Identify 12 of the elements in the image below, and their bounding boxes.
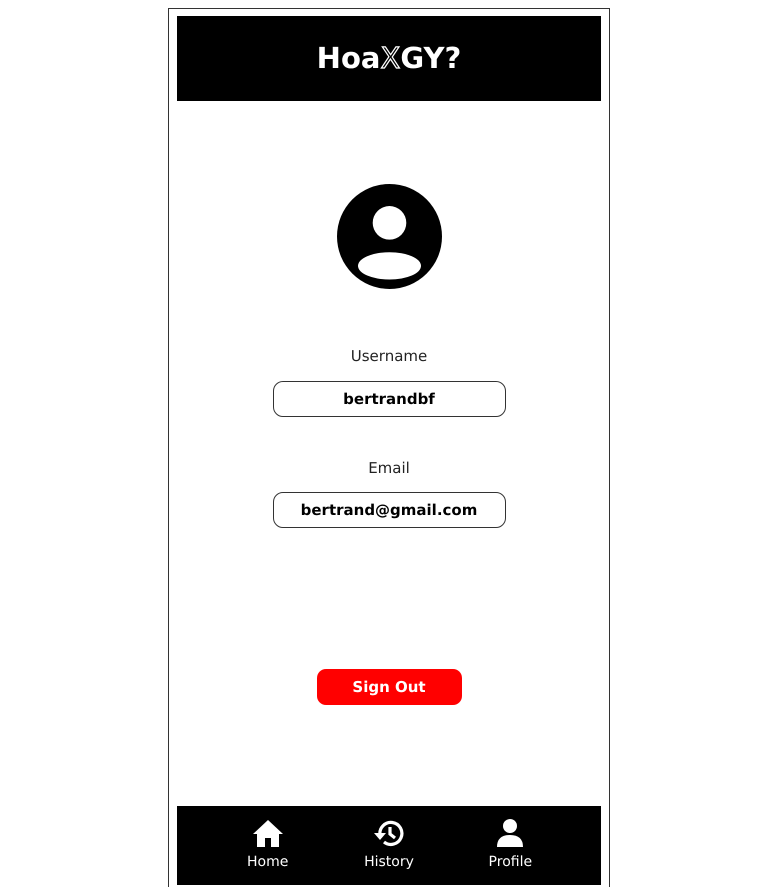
app-logo: HoaXGY? [316, 40, 462, 77]
text-field[interactable]: bertrandbf [272, 380, 506, 416]
field-label: Username [350, 346, 428, 367]
nav-tab[interactable]: Profile [470, 818, 550, 873]
history-icon [372, 818, 405, 848]
field-label: Email [368, 458, 410, 478]
text-field[interactable]: bertrand@gmail.com [272, 492, 506, 528]
sign-out-button[interactable]: Sign Out [316, 669, 462, 705]
nav-tab[interactable]: History [348, 818, 429, 873]
home-icon [252, 818, 284, 848]
avatar-icon [336, 184, 442, 289]
nav-tab[interactable]: Home [228, 818, 308, 873]
